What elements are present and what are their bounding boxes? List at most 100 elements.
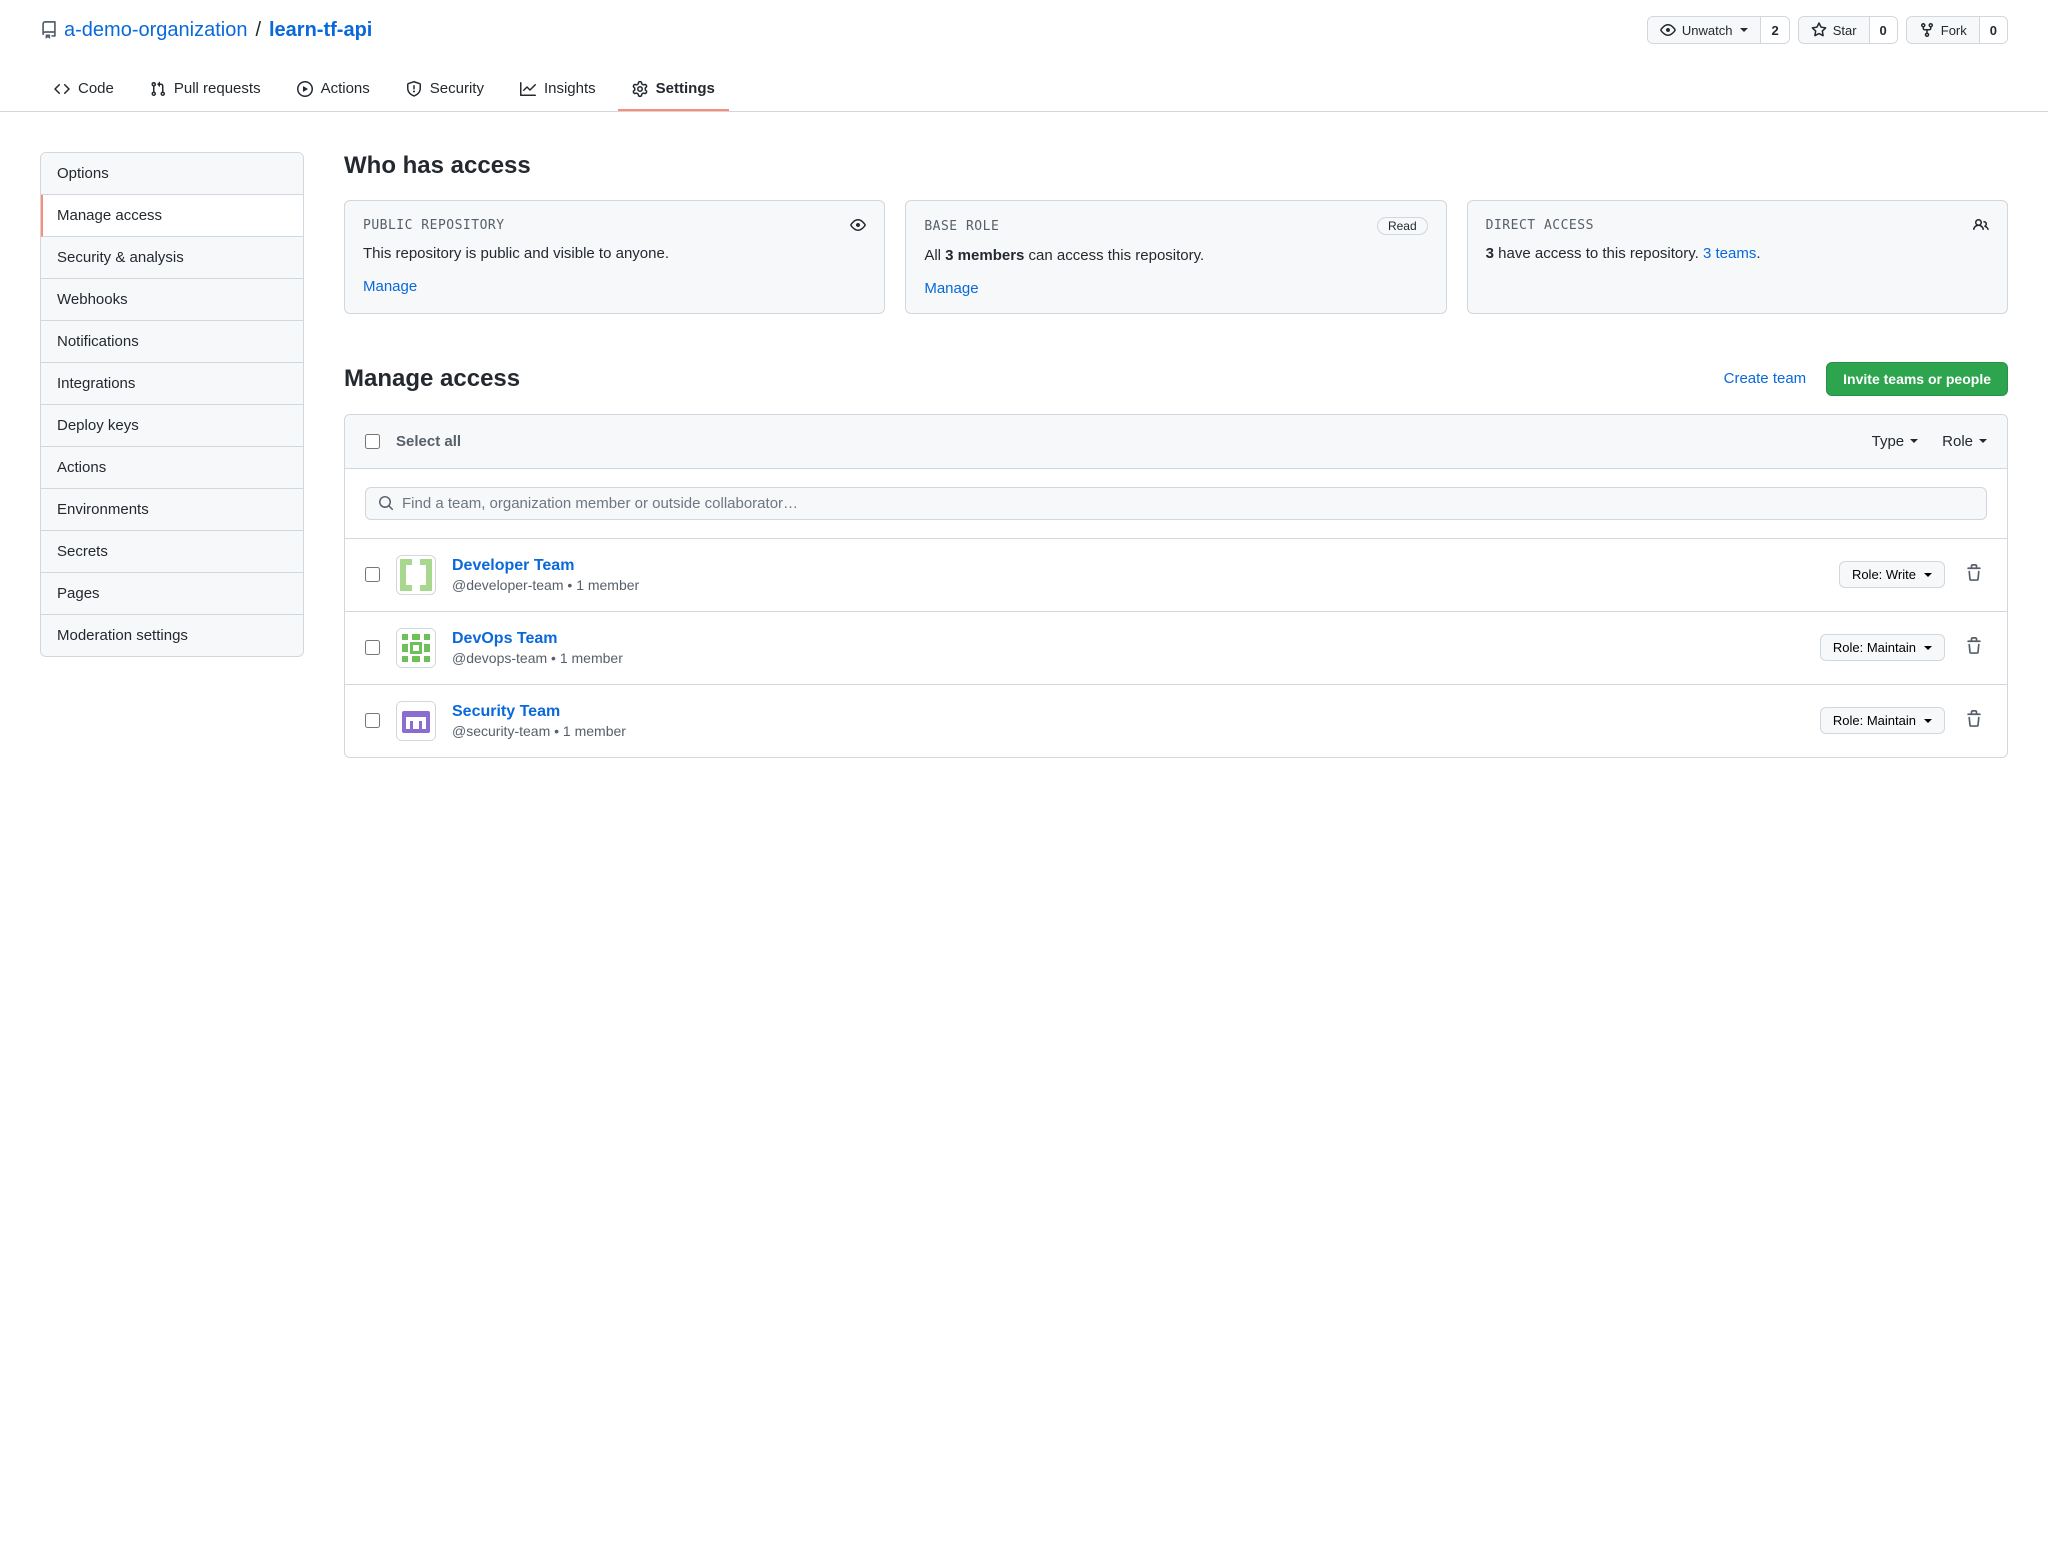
repo-link[interactable]: learn-tf-api xyxy=(269,19,372,42)
manage-access-section-head: Manage access Create team Invite teams o… xyxy=(344,362,2008,396)
watch-count[interactable]: 2 xyxy=(1760,17,1788,43)
shield-icon xyxy=(406,81,422,97)
filter-role-dropdown[interactable]: Role xyxy=(1942,433,1987,450)
sidebar-item-pages[interactable]: Pages xyxy=(41,573,303,615)
repo-breadcrumb: a-demo-organization / learn-tf-api xyxy=(40,19,372,42)
repo-nav: Code Pull requests Actions Security Insi… xyxy=(0,68,2048,112)
code-icon xyxy=(54,81,70,97)
caret-down-icon xyxy=(1979,439,1987,443)
search-field-wrap[interactable] xyxy=(365,487,1987,520)
tab-code[interactable]: Code xyxy=(40,68,128,111)
search-icon xyxy=(378,495,394,511)
trash-icon xyxy=(1965,710,1983,728)
direct-access-card: DIRECT ACCESS 3 have access to this repo… xyxy=(1467,200,2008,314)
sidebar-item-options[interactable]: Options xyxy=(41,153,303,195)
sidebar-item-actions[interactable]: Actions xyxy=(41,447,303,489)
role-dropdown[interactable]: Role: Maintain xyxy=(1820,634,1945,661)
caret-down-icon xyxy=(1924,573,1932,577)
remove-button[interactable] xyxy=(1961,633,1987,662)
filter-type-dropdown[interactable]: Type xyxy=(1872,433,1919,450)
star-button-group: Star 0 xyxy=(1798,16,1898,44)
sidebar-item-manage-access[interactable]: Manage access xyxy=(41,195,303,237)
base-role-badge: Read xyxy=(1377,217,1428,235)
create-team-link[interactable]: Create team xyxy=(1724,370,1807,387)
pull-request-icon xyxy=(150,81,166,97)
base-role-manage-link[interactable]: Manage xyxy=(924,280,978,297)
sidebar-item-notifications[interactable]: Notifications xyxy=(41,321,303,363)
gear-icon xyxy=(632,81,648,97)
access-row: Security Team @security-team • 1 member Ro… xyxy=(345,685,2007,757)
repo-icon xyxy=(40,21,58,39)
team-name-link[interactable]: Developer Team xyxy=(452,557,574,574)
star-count[interactable]: 0 xyxy=(1869,17,1897,43)
people-icon xyxy=(1973,217,1989,233)
watch-label: Unwatch xyxy=(1682,23,1733,38)
tab-pull-requests[interactable]: Pull requests xyxy=(136,68,275,111)
direct-access-body: 3 have access to this repository. 3 team… xyxy=(1486,243,1989,266)
public-repo-manage-link[interactable]: Manage xyxy=(363,278,417,295)
sidebar-item-moderation-settings[interactable]: Moderation settings xyxy=(41,615,303,656)
caret-down-icon xyxy=(1910,439,1918,443)
row-checkbox[interactable] xyxy=(365,713,380,728)
tab-actions[interactable]: Actions xyxy=(283,68,384,111)
direct-access-label: DIRECT ACCESS xyxy=(1486,218,1594,233)
star-button[interactable]: Star xyxy=(1799,17,1869,43)
access-heading: Who has access xyxy=(344,152,2008,180)
row-checkbox[interactable] xyxy=(365,640,380,655)
sidebar-item-environments[interactable]: Environments xyxy=(41,489,303,531)
graph-icon xyxy=(520,81,536,97)
select-all-checkbox[interactable] xyxy=(365,434,380,449)
tab-settings[interactable]: Settings xyxy=(618,68,729,111)
team-avatar xyxy=(396,555,436,595)
remove-button[interactable] xyxy=(1961,560,1987,589)
role-dropdown[interactable]: Role: Write xyxy=(1839,561,1945,588)
role-dropdown[interactable]: Role: Maintain xyxy=(1820,707,1945,734)
eye-icon xyxy=(850,217,866,233)
base-role-body: All 3 members can access this repository… xyxy=(924,245,1427,268)
fork-icon xyxy=(1919,22,1935,38)
sidebar-item-security-analysis[interactable]: Security & analysis xyxy=(41,237,303,279)
sidebar-item-webhooks[interactable]: Webhooks xyxy=(41,279,303,321)
team-subtitle: @devops-team • 1 member xyxy=(452,650,1804,666)
org-link[interactable]: a-demo-organization xyxy=(64,19,247,42)
sidebar-item-integrations[interactable]: Integrations xyxy=(41,363,303,405)
star-icon xyxy=(1811,22,1827,38)
remove-button[interactable] xyxy=(1961,706,1987,735)
team-subtitle: @security-team • 1 member xyxy=(452,723,1804,739)
trash-icon xyxy=(1965,637,1983,655)
tab-security[interactable]: Security xyxy=(392,68,498,111)
row-checkbox[interactable] xyxy=(365,567,380,582)
watch-button-group: Unwatch 2 xyxy=(1647,16,1790,44)
team-name-link[interactable]: DevOps Team xyxy=(452,630,558,647)
unwatch-button[interactable]: Unwatch xyxy=(1648,17,1761,43)
public-repo-label: PUBLIC REPOSITORY xyxy=(363,218,505,233)
manage-access-heading: Manage access xyxy=(344,365,520,393)
access-table: Select all Type Role Developer Team@deve… xyxy=(344,414,2008,758)
fork-button[interactable]: Fork xyxy=(1907,17,1979,43)
access-row: DevOps Team @devops-team • 1 member Role: … xyxy=(345,612,2007,685)
access-cards: PUBLIC REPOSITORY This repository is pub… xyxy=(344,200,2008,314)
team-name-link[interactable]: Security Team xyxy=(452,703,560,720)
star-label: Star xyxy=(1833,23,1857,38)
access-table-header: Select all Type Role xyxy=(345,415,2007,469)
teams-count-link[interactable]: 3 teams xyxy=(1703,245,1756,262)
base-role-card: BASE ROLE Read All 3 members can access … xyxy=(905,200,1446,314)
sidebar-item-deploy-keys[interactable]: Deploy keys xyxy=(41,405,303,447)
eye-icon xyxy=(1660,22,1676,38)
base-role-label: BASE ROLE xyxy=(924,219,999,234)
invite-button[interactable]: Invite teams or people xyxy=(1826,362,2008,396)
fork-button-group: Fork 0 xyxy=(1906,16,2008,44)
public-repo-card: PUBLIC REPOSITORY This repository is pub… xyxy=(344,200,885,314)
main-content: Who has access PUBLIC REPOSITORY This re… xyxy=(344,152,2008,758)
sidebar-item-secrets[interactable]: Secrets xyxy=(41,531,303,573)
caret-down-icon xyxy=(1924,646,1932,650)
caret-down-icon xyxy=(1740,28,1748,32)
select-all-label: Select all xyxy=(396,433,461,450)
search-input[interactable] xyxy=(402,495,1974,512)
access-row: Developer Team@developer-team • 1 member… xyxy=(345,539,2007,612)
fork-count[interactable]: 0 xyxy=(1979,17,2007,43)
search-row xyxy=(345,469,2007,539)
tab-insights[interactable]: Insights xyxy=(506,68,610,111)
play-icon xyxy=(297,81,313,97)
caret-down-icon xyxy=(1924,719,1932,723)
